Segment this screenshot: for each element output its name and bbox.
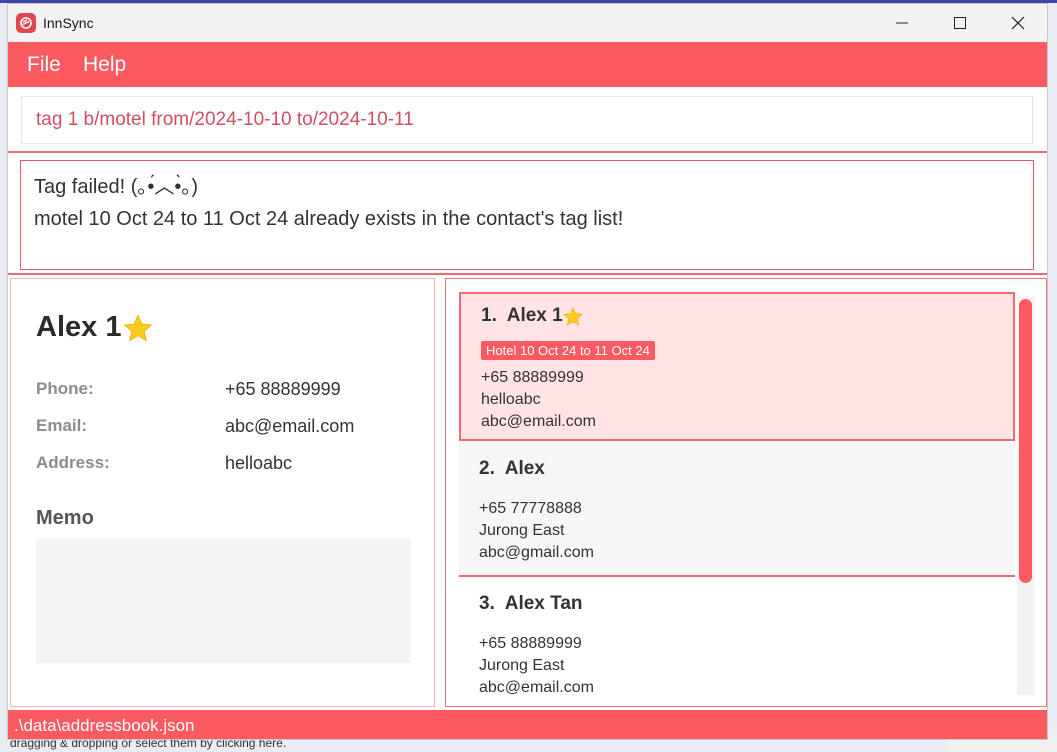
- scrollbar-thumb[interactable]: [1019, 299, 1032, 583]
- card-email: abc@email.com: [481, 413, 596, 430]
- address-value: helloabc: [225, 453, 293, 473]
- tag-badge: Hotel 10 Oct 24 to 11 Oct 24: [481, 341, 655, 360]
- card-address: Jurong East: [479, 657, 565, 674]
- card-address: helloabc: [481, 391, 541, 408]
- card-email: abc@email.com: [479, 679, 594, 696]
- card-index: 1.: [481, 305, 497, 326]
- memo-label: Memo: [36, 507, 94, 529]
- card-name: Alex Tan: [504, 593, 583, 614]
- close-button[interactable]: [989, 4, 1047, 42]
- command-area: [8, 87, 1047, 153]
- minimize-icon: [896, 22, 908, 24]
- result-line-1: Tag failed! (｡•́︿•̀｡): [34, 176, 199, 198]
- card-phone: +65 88889999: [481, 369, 584, 386]
- menu-bar: File Help: [8, 42, 1047, 87]
- status-bar: .\data\addressbook.json: [8, 710, 1047, 739]
- email-value: abc@email.com: [225, 416, 355, 436]
- card-address: Jurong East: [479, 522, 565, 539]
- address-label: Address:: [36, 453, 110, 472]
- window-title: InnSync: [43, 15, 94, 31]
- maximize-icon: [954, 17, 966, 29]
- card-title: 2. Alex: [479, 458, 545, 480]
- card-email: abc@gmail.com: [479, 544, 594, 561]
- card-name: Alex 1: [506, 305, 563, 326]
- title-bar[interactable]: InnSync: [8, 4, 1047, 42]
- star-icon: [123, 314, 153, 342]
- close-icon: [1011, 16, 1025, 30]
- contact-card[interactable]: 2. Alex +65 77778888 Jurong East abc@gma…: [459, 444, 1015, 577]
- contact-detail-panel: Alex 1 Phone: +65 88889999 Email: abc@em…: [10, 278, 435, 707]
- menu-help[interactable]: Help: [83, 53, 126, 77]
- app-window: InnSync File Help Tag failed! (｡•́︿•̀｡) …: [7, 3, 1048, 740]
- card-index: 3.: [479, 593, 495, 614]
- result-line-2: motel 10 Oct 24 to 11 Oct 24 already exi…: [34, 208, 624, 230]
- contact-card[interactable]: 1. Alex 1 Hotel 10 Oct 24 to 11 Oct 24 +…: [459, 292, 1015, 441]
- card-index: 2.: [479, 458, 495, 479]
- data-file-path: .\data\addressbook.json: [14, 716, 195, 735]
- memo-field[interactable]: [36, 538, 411, 663]
- phone-label: Phone:: [36, 379, 94, 398]
- command-input[interactable]: [21, 96, 1033, 144]
- card-phone: +65 77778888: [479, 500, 582, 517]
- card-title: 3. Alex Tan: [479, 593, 583, 615]
- card-name: Alex: [504, 458, 545, 479]
- phone-value: +65 88889999: [225, 379, 341, 399]
- result-area: Tag failed! (｡•́︿•̀｡) motel 10 Oct 24 to…: [8, 153, 1047, 275]
- app-logo-icon: [16, 13, 36, 33]
- maximize-button[interactable]: [931, 4, 989, 42]
- email-label: Email:: [36, 416, 88, 435]
- card-phone: +65 88889999: [479, 635, 582, 652]
- minimize-button[interactable]: [873, 4, 931, 42]
- star-icon: [563, 306, 583, 326]
- menu-file[interactable]: File: [27, 53, 61, 77]
- result-display[interactable]: Tag failed! (｡•́︿•̀｡) motel 10 Oct 24 to…: [20, 160, 1034, 270]
- detail-name: Alex 1: [36, 311, 122, 343]
- card-title: 1. Alex 1: [481, 305, 563, 327]
- contact-list-panel: 1. Alex 1 Hotel 10 Oct 24 to 11 Oct 24 +…: [445, 278, 1047, 707]
- contact-card[interactable]: 3. Alex Tan +65 88889999 Jurong East abc…: [459, 579, 1015, 706]
